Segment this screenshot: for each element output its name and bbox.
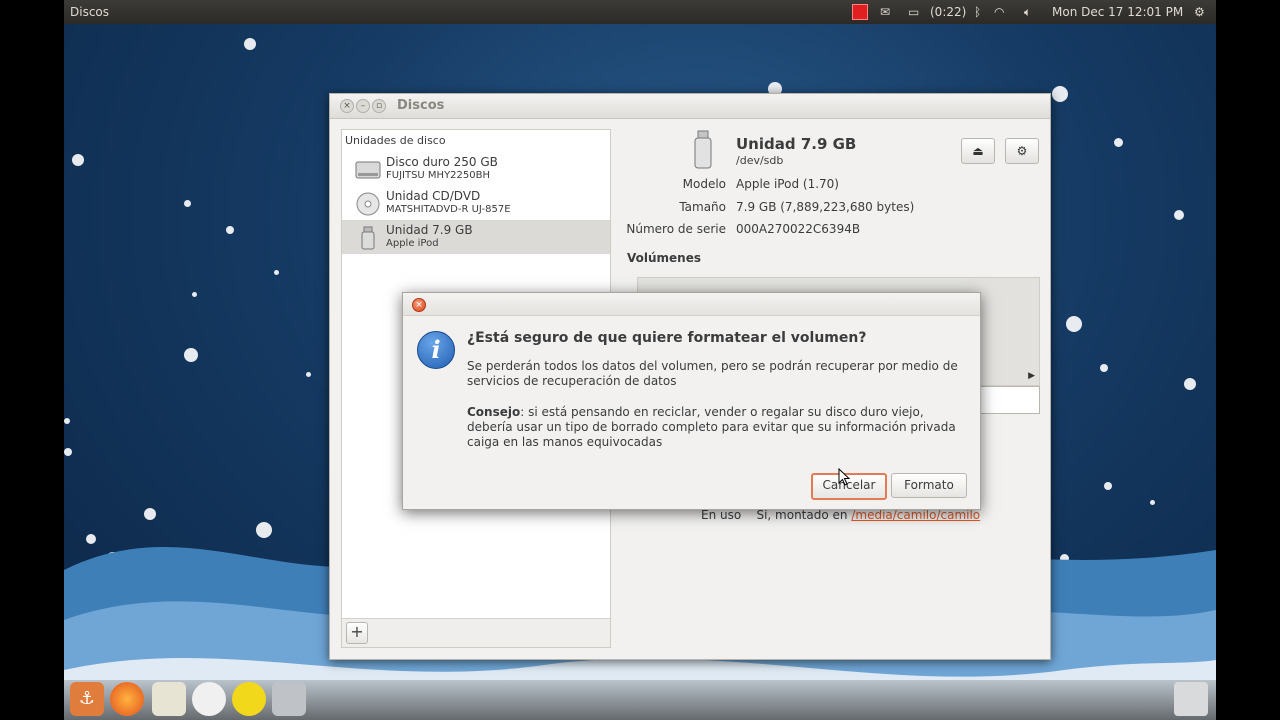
- info-icon: i: [417, 331, 455, 369]
- tip-text: : si está pensando en reciclar, vender o…: [467, 405, 956, 449]
- snowflake: [1066, 316, 1082, 332]
- prop-label-model: Modelo: [682, 177, 726, 191]
- format-confirm-dialog: × i ¿Está seguro de que quiere formatear…: [402, 292, 981, 510]
- disk-utility-icon[interactable]: [272, 682, 306, 716]
- snowflake: [192, 292, 197, 297]
- drive-title: Unidad 7.9 GB: [736, 135, 857, 153]
- drive-model: Apple iPod: [386, 238, 439, 249]
- chat-icon[interactable]: [192, 682, 226, 716]
- prop-value-size: 7.9 GB (7,889,223,680 bytes): [736, 200, 915, 214]
- in-use-row: En uso Sí, montado en /media/camilo/cami…: [701, 508, 980, 522]
- mount-path-link[interactable]: /media/camilo/camilo: [851, 508, 980, 522]
- drive-name: Disco duro 250 GB: [386, 155, 498, 169]
- desktop: Discos ✉ ▭ (0:22) ᛒ ◠ 🔈︎ Mon Dec 17 12:0…: [64, 0, 1216, 720]
- snowflake: [1100, 364, 1108, 372]
- battery-time[interactable]: (0:22): [930, 4, 966, 20]
- hdd-icon: [355, 161, 381, 179]
- trash-icon[interactable]: [1174, 682, 1208, 716]
- tip-label: Consejo: [467, 405, 521, 419]
- snowflake: [226, 226, 234, 234]
- clock[interactable]: Mon Dec 17 12:01 PM: [1052, 4, 1183, 20]
- dialog-tip: Consejo: si está pensando en reciclar, v…: [467, 405, 967, 450]
- drive-item-hdd[interactable]: Disco duro 250 GB FUJITSU MHY2250BH: [342, 152, 610, 186]
- anchor-icon[interactable]: ⚓: [70, 682, 104, 716]
- prop-value-model: Apple iPod (1.70): [736, 177, 839, 191]
- volume-icon[interactable]: 🔈︎: [1024, 4, 1031, 20]
- usb-drive-icon: [361, 226, 375, 250]
- window-title: Discos: [397, 98, 445, 113]
- snowflake: [1174, 210, 1184, 220]
- wifi-icon[interactable]: ◠: [994, 4, 1004, 20]
- top-panel: Discos ✉ ▭ (0:22) ᛒ ◠ 🔈︎ Mon Dec 17 12:0…: [64, 0, 1216, 24]
- snowflake: [72, 154, 84, 166]
- snowflake: [1114, 138, 1123, 147]
- dialog-message: Se perderán todos los datos del volumen,…: [467, 359, 958, 388]
- volumes-heading: Volúmenes: [627, 251, 701, 265]
- mail-icon[interactable]: ✉: [880, 4, 890, 20]
- minimize-icon[interactable]: –: [356, 99, 370, 113]
- dialog-titlebar: ×: [403, 293, 980, 316]
- eject-button[interactable]: ⏏: [961, 138, 995, 164]
- snowflake: [1184, 378, 1196, 390]
- in-use-value: Sí, montado en: [756, 508, 848, 522]
- drive-device-path: /dev/sdb: [736, 154, 784, 167]
- prop-label-serial: Número de serie: [626, 222, 726, 236]
- snowflake: [184, 200, 191, 207]
- snowflake: [306, 372, 311, 377]
- close-icon[interactable]: ×: [412, 298, 426, 312]
- dialog-heading: ¿Está seguro de que quiere formatear el …: [467, 330, 867, 346]
- record-indicator-icon[interactable]: [852, 4, 868, 20]
- eject-icon: ⏏: [972, 144, 984, 158]
- drive-name: Unidad CD/DVD: [386, 189, 481, 203]
- headphones-icon[interactable]: [232, 682, 266, 716]
- scroll-right-icon[interactable]: ▶: [1028, 371, 1035, 381]
- prop-value-serial: 000A270022C6394B: [736, 222, 861, 236]
- firefox-icon[interactable]: [110, 682, 144, 716]
- snowflake: [274, 270, 279, 275]
- close-icon[interactable]: ×: [340, 99, 354, 113]
- gear-icon: ⚙: [1016, 144, 1028, 158]
- gear-icon[interactable]: ⚙: [1194, 4, 1205, 20]
- drive-item-usb[interactable]: Unidad 7.9 GB Apple iPod: [342, 220, 610, 254]
- bluetooth-icon[interactable]: ᛒ: [974, 4, 981, 20]
- speaker-icon[interactable]: [152, 682, 186, 716]
- format-button[interactable]: Formato: [891, 473, 967, 498]
- maximize-icon[interactable]: ▫: [372, 99, 386, 113]
- usb-drive-large-icon: [694, 130, 712, 169]
- add-button[interactable]: +: [346, 622, 368, 644]
- optical-disc-icon: [356, 192, 380, 216]
- snowflake: [184, 348, 198, 362]
- drives-header: Unidades de disco: [345, 134, 446, 147]
- battery-icon[interactable]: ▭: [908, 4, 919, 20]
- window-titlebar: × – ▫ Discos: [330, 94, 1050, 119]
- drive-settings-button[interactable]: ⚙: [1005, 138, 1039, 164]
- top-panel-app-name: Discos: [70, 5, 110, 19]
- drive-item-optical[interactable]: Unidad CD/DVD MATSHITADVD-R UJ-857E: [342, 186, 610, 220]
- drive-model: FUJITSU MHY2250BH: [386, 170, 491, 181]
- snowflake: [1052, 86, 1068, 102]
- dock: ⚓: [64, 680, 1216, 720]
- prop-label-size: Tamaño: [679, 200, 726, 214]
- drive-name: Unidad 7.9 GB: [386, 223, 473, 237]
- in-use-label: En uso: [701, 508, 742, 522]
- mouse-cursor-icon: [838, 468, 850, 486]
- drive-model: MATSHITADVD-R UJ-857E: [386, 204, 511, 215]
- drives-toolbar: +: [342, 618, 610, 647]
- snowflake: [244, 38, 256, 50]
